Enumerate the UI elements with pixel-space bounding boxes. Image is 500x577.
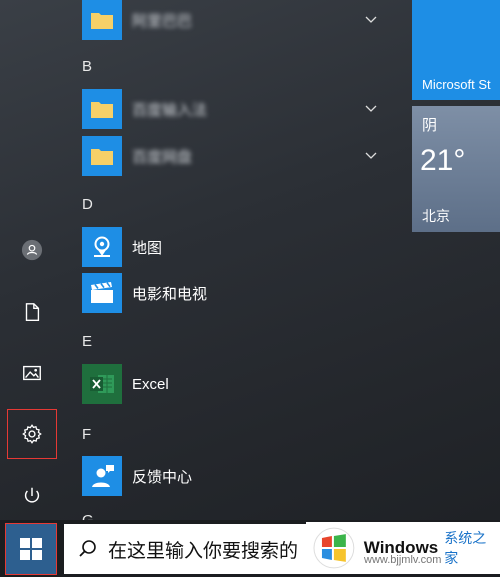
pictures-button[interactable]	[8, 349, 56, 397]
app-label: 电影和电视	[132, 285, 208, 303]
microsoft-store-tile[interactable]: Microsoft St	[412, 0, 500, 100]
folder-icon	[82, 89, 122, 129]
app-label: 百度网盘	[132, 148, 193, 166]
start-left-rail	[0, 0, 64, 520]
section-header-e[interactable]: E	[82, 333, 92, 350]
app-label: 阿里巴巴	[132, 12, 193, 30]
list-item-maps[interactable]: 地图	[82, 227, 392, 267]
search-icon	[79, 540, 96, 557]
list-item-movies[interactable]: 电影和电视	[82, 273, 392, 313]
user-icon	[21, 239, 43, 261]
section-header-d[interactable]: D	[82, 196, 93, 213]
settings-button[interactable]	[7, 409, 57, 459]
app-list: 阿里巴巴 B 百度输入法 百度网盘 D 地图 电影和电视 E Excel F 反…	[74, 0, 404, 529]
chevron-down-icon[interactable]	[364, 12, 378, 26]
power-icon	[24, 487, 40, 503]
excel-icon	[82, 364, 122, 404]
gear-icon	[22, 424, 42, 444]
weather-tile[interactable]: 阴 21° 北京	[412, 106, 500, 232]
list-item-folder-top[interactable]: 阿里巴巴	[82, 0, 392, 40]
section-header-b[interactable]: B	[82, 58, 92, 75]
chevron-down-icon[interactable]	[364, 101, 378, 115]
app-label: Excel	[132, 375, 169, 393]
app-label: 地图	[132, 239, 163, 257]
app-label: 反馈中心	[132, 468, 193, 486]
watermark-logo	[313, 527, 355, 569]
folder-icon	[82, 0, 122, 40]
weather-condition: 阴	[422, 117, 438, 134]
section-header-f[interactable]: F	[82, 426, 91, 443]
list-item-excel[interactable]: Excel	[82, 364, 392, 404]
list-item-folder-b2[interactable]: 百度网盘	[82, 136, 392, 176]
folder-icon	[82, 136, 122, 176]
watermark: Windows 系统之家 www.bjjmlv.com	[306, 522, 500, 574]
map-pin-icon	[82, 227, 122, 267]
tile-label: Microsoft St	[422, 77, 491, 92]
list-item-feedback[interactable]: 反馈中心	[82, 456, 392, 496]
chevron-down-icon[interactable]	[364, 148, 378, 162]
documents-button[interactable]	[8, 288, 56, 336]
picture-icon	[23, 365, 41, 381]
weather-temperature: 21°	[420, 144, 466, 177]
user-account-button[interactable]	[8, 226, 56, 274]
document-icon	[25, 303, 40, 321]
taskbar: 在这里输入你要搜索的 Windows 系统之家 www.bjjmlv.com	[0, 520, 500, 577]
weather-city: 北京	[422, 208, 450, 224]
start-button[interactable]	[5, 523, 57, 575]
power-button[interactable]	[8, 472, 56, 520]
app-label: 百度输入法	[132, 101, 208, 119]
list-item-folder-b1[interactable]: 百度输入法	[82, 89, 392, 129]
watermark-url: www.bjjmlv.com	[364, 554, 442, 566]
watermark-site: 系统之家	[444, 530, 487, 566]
clapperboard-icon	[82, 273, 122, 313]
search-placeholder: 在这里输入你要搜索的	[108, 540, 299, 562]
windows-logo-icon	[20, 538, 42, 560]
feedback-hub-icon	[82, 456, 122, 496]
